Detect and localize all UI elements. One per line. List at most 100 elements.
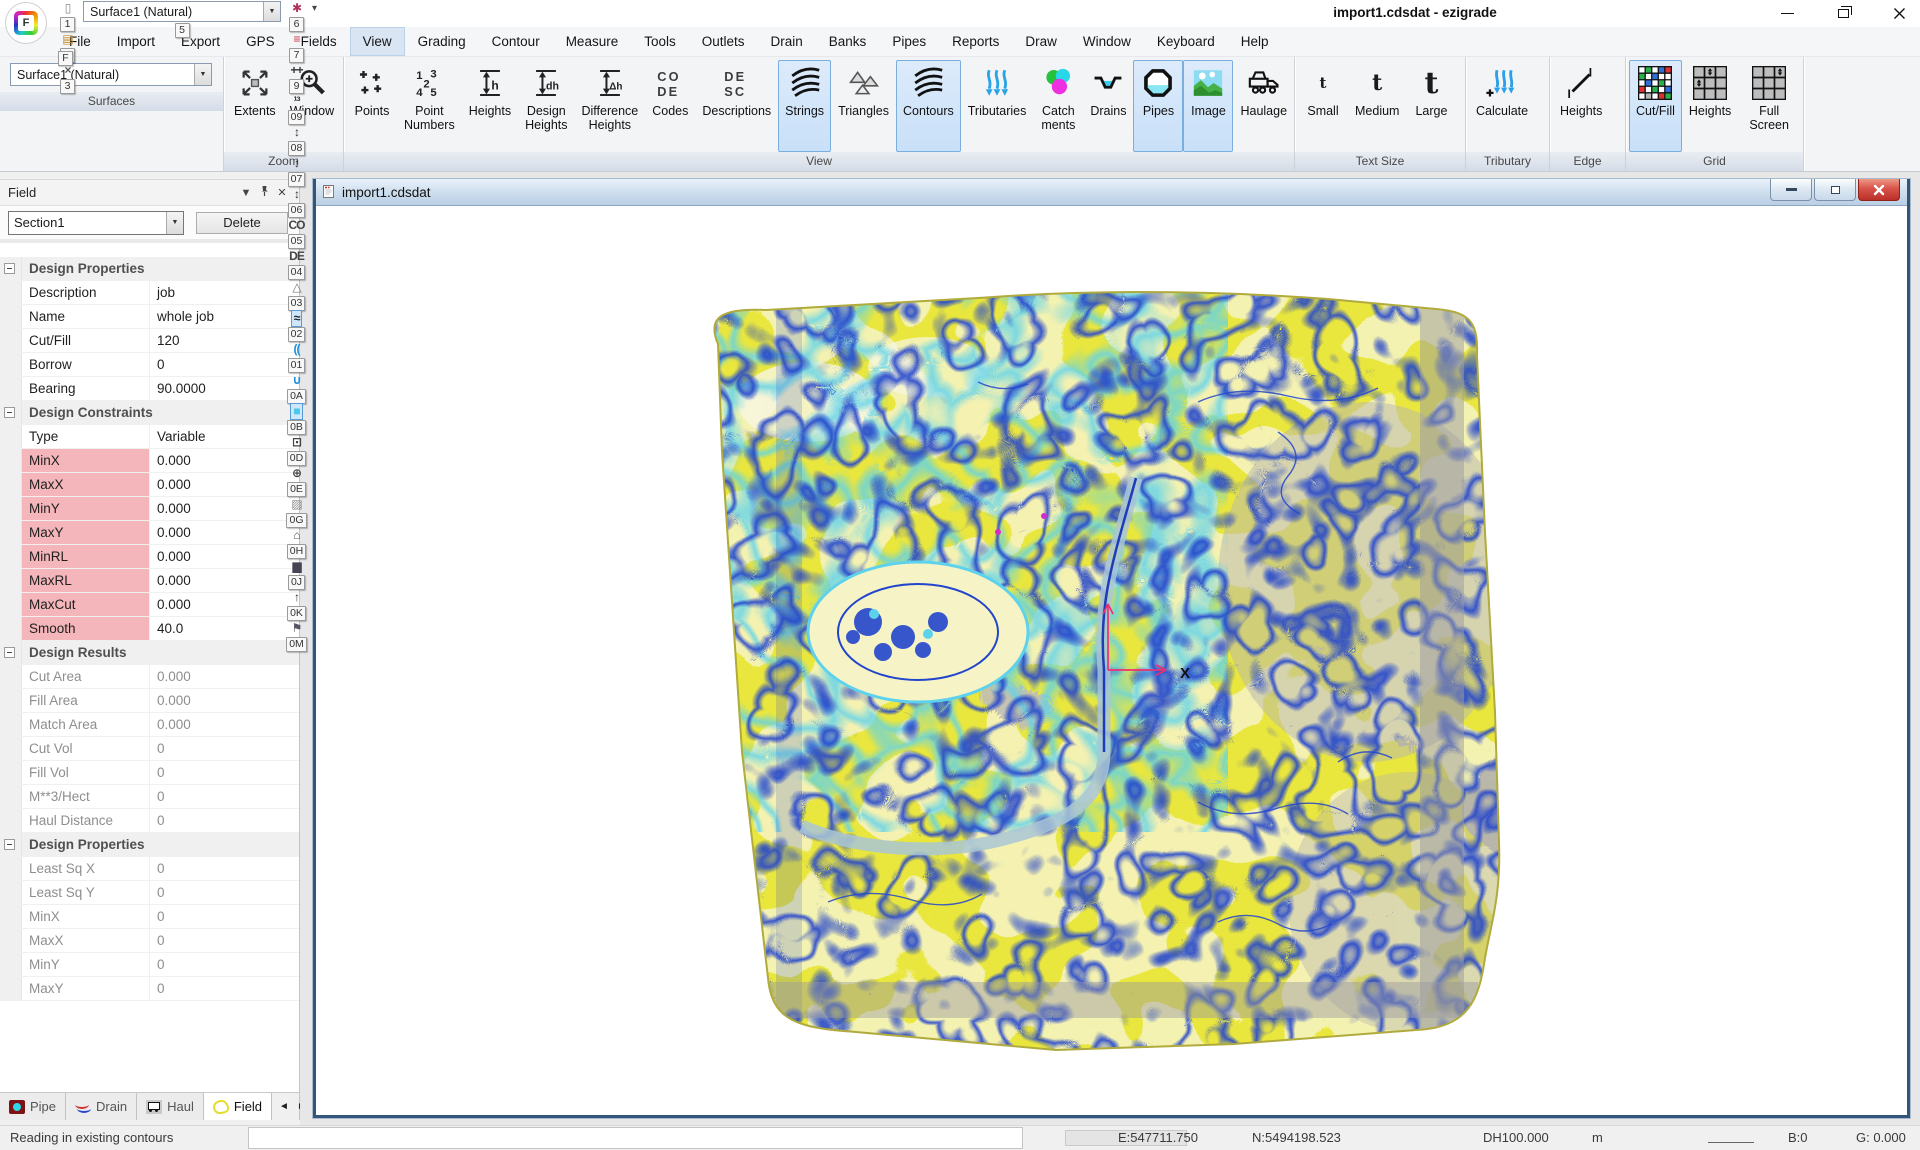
- menu-item[interactable]: Pipes: [879, 27, 939, 56]
- property-value[interactable]: 0: [150, 809, 299, 832]
- quick-access-button[interactable]: ⊡ 0D: [285, 435, 308, 466]
- property-row[interactable]: Least Sq X 0: [0, 857, 299, 881]
- points-button[interactable]: Points: [347, 60, 397, 152]
- quick-access-button[interactable]: DE 04: [285, 249, 308, 280]
- quick-access-button[interactable]: ▯ 1: [56, 1, 79, 32]
- point-numbers-button[interactable]: 13245 Point Numbers: [397, 60, 462, 152]
- property-value[interactable]: 0: [150, 905, 299, 928]
- property-row[interactable]: Cut Area 0.000: [0, 665, 299, 689]
- quick-access-button[interactable]: CO 05: [285, 218, 308, 249]
- strings-toggle[interactable]: Strings: [778, 60, 831, 152]
- property-row[interactable]: MaxY 0: [0, 977, 299, 1001]
- text-medium-button[interactable]: t Medium: [1348, 60, 1406, 152]
- property-value[interactable]: 0.000: [150, 713, 299, 736]
- panel-tab[interactable]: Haul: [137, 1093, 204, 1120]
- calculate-button[interactable]: Calculate: [1469, 60, 1535, 152]
- property-row[interactable]: Haul Distance 0: [0, 809, 299, 833]
- doc-close-button[interactable]: [1858, 179, 1900, 201]
- menu-item[interactable]: Contour: [479, 27, 553, 56]
- menu-item[interactable]: Help: [1228, 27, 1282, 56]
- property-value[interactable]: 0: [150, 881, 299, 904]
- property-value[interactable]: 0.000: [150, 689, 299, 712]
- property-value[interactable]: 0: [150, 857, 299, 880]
- quick-access-button[interactable]: ⌂ 0H: [285, 528, 308, 559]
- haulage-button[interactable]: Haulage: [1233, 60, 1294, 152]
- property-row[interactable]: Match Area 0.000: [0, 713, 299, 737]
- quick-access-button[interactable]: ↕ 08: [285, 125, 308, 156]
- close-button[interactable]: [1888, 5, 1910, 23]
- quick-access-button[interactable]: △ 03: [285, 280, 308, 311]
- collapse-icon[interactable]: [4, 839, 15, 850]
- tributaries-button[interactable]: Tributaries: [961, 60, 1034, 152]
- menu-item[interactable]: Draw: [1012, 27, 1070, 56]
- status-input[interactable]: [248, 1127, 1023, 1149]
- design-heights-button[interactable]: dh Design Heights: [518, 60, 574, 152]
- doc-minimize-button[interactable]: [1770, 179, 1812, 201]
- property-value[interactable]: 0: [150, 929, 299, 952]
- quick-access-button[interactable]: ⚑ 0M: [285, 621, 308, 652]
- grid-cutfill-toggle[interactable]: Cut/Fill: [1629, 60, 1682, 152]
- menu-item[interactable]: Reports: [939, 27, 1012, 56]
- quick-access-button[interactable]: ↑ 0K: [285, 590, 308, 621]
- property-row[interactable]: Cut Vol 0: [0, 737, 299, 761]
- quick-access-button[interactable]: ¹³ 09: [285, 94, 308, 125]
- property-row[interactable]: MinY 0: [0, 953, 299, 977]
- edge-heights-button[interactable]: II Heights: [1553, 60, 1609, 152]
- quick-access-button[interactable]: ↕ 07: [285, 156, 308, 187]
- menu-item[interactable]: Drain: [758, 27, 816, 56]
- quick-access-button[interactable]: ■ 0B: [285, 404, 308, 435]
- menu-item[interactable]: Measure: [553, 27, 632, 56]
- collapse-icon[interactable]: [4, 263, 15, 274]
- quick-access-button[interactable]: ✱ 6: [285, 1, 308, 32]
- property-row[interactable]: Fill Vol 0: [0, 761, 299, 785]
- chevron-down-icon[interactable]: ▼: [263, 2, 280, 21]
- surface-dropdown-qat[interactable]: Surface1 (Natural) ▼ 5: [83, 1, 281, 38]
- image-toggle[interactable]: Image: [1183, 60, 1233, 152]
- panel-tab[interactable]: Field: [204, 1093, 272, 1120]
- quick-access-button[interactable]: ▆ 0J: [285, 559, 308, 590]
- app-menu-button[interactable]: F: [5, 2, 47, 44]
- restore-button[interactable]: [1832, 5, 1854, 23]
- quick-access-button[interactable]: × 3: [56, 63, 79, 94]
- document-title-bar[interactable]: import1.cdsdat: [316, 179, 1907, 206]
- descriptions-button[interactable]: DESC Descriptions: [695, 60, 778, 152]
- property-value[interactable]: 0: [150, 785, 299, 808]
- menu-item[interactable]: Outlets: [689, 27, 758, 56]
- doc-restore-button[interactable]: [1814, 179, 1856, 201]
- menu-item[interactable]: Keyboard: [1144, 27, 1228, 56]
- property-value[interactable]: 0: [150, 977, 299, 1000]
- property-row[interactable]: MinX 0: [0, 905, 299, 929]
- text-small-button[interactable]: t Small: [1298, 60, 1348, 152]
- menu-item[interactable]: Grading: [405, 27, 479, 56]
- qat-overflow-icon[interactable]: ▾: [309, 1, 320, 16]
- triangles-button[interactable]: Triangles: [831, 60, 896, 152]
- quick-access-button[interactable]: ++ 9: [285, 63, 308, 94]
- text-large-button[interactable]: t Large: [1406, 60, 1456, 152]
- quick-access-button[interactable]: ⊕ 0E: [285, 466, 308, 497]
- property-row[interactable]: Design Properties: [0, 833, 299, 857]
- tab-scroll-left-icon[interactable]: ◄: [279, 1101, 289, 1112]
- difference-heights-button[interactable]: Δh Difference Heights: [574, 60, 645, 152]
- menu-item[interactable]: Banks: [816, 27, 880, 56]
- panel-tab[interactable]: Drain: [66, 1093, 137, 1120]
- pipes-toggle[interactable]: Pipes: [1133, 60, 1183, 152]
- grid-heights-button[interactable]: Heights: [1682, 60, 1738, 152]
- drains-button[interactable]: Drains: [1083, 60, 1133, 152]
- catchments-button[interactable]: Catch ments: [1033, 60, 1083, 152]
- quick-access-button[interactable]: ∪ 0A: [285, 373, 308, 404]
- quick-access-button[interactable]: ▨ 0G: [285, 497, 308, 528]
- quick-access-button[interactable]: ≈ 02: [285, 311, 308, 342]
- contours-toggle[interactable]: Contours: [896, 60, 961, 152]
- property-row[interactable]: Least Sq Y 0: [0, 881, 299, 905]
- collapse-icon[interactable]: [4, 647, 15, 658]
- property-row[interactable]: M**3/Hect 0: [0, 785, 299, 809]
- collapse-icon[interactable]: [4, 407, 15, 418]
- property-row[interactable]: Fill Area 0.000: [0, 689, 299, 713]
- heights-button[interactable]: h Heights: [462, 60, 518, 152]
- property-value[interactable]: 0: [150, 737, 299, 760]
- minimize-button[interactable]: [1776, 5, 1798, 23]
- codes-button[interactable]: CODE Codes: [645, 60, 695, 152]
- quick-access-button[interactable]: ≡ 7: [285, 32, 308, 63]
- property-value[interactable]: 0: [150, 953, 299, 976]
- terrain-map[interactable]: X: [678, 282, 1502, 1056]
